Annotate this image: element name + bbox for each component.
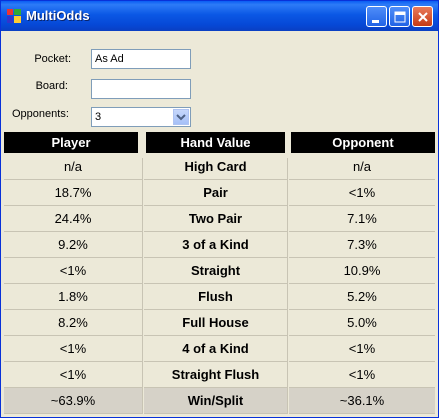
board-label: Board: <box>35 80 68 92</box>
total-row: ~63.9% Win/Split ~36.1% <box>4 388 435 414</box>
board-input[interactable] <box>91 79 191 99</box>
hand-value: Pair <box>144 180 287 206</box>
window-title: MultiOdds <box>26 8 90 23</box>
player-odds: 1.8% <box>4 284 142 310</box>
opponent-odds: <1% <box>289 180 435 206</box>
table-row: 1.8% Flush 5.2% <box>4 284 435 310</box>
player-odds: <1% <box>4 258 142 284</box>
player-odds: 8.2% <box>4 310 142 336</box>
hand-value: Two Pair <box>144 206 287 232</box>
hand-value: Full House <box>144 310 287 336</box>
table-row: 18.7% Pair <1% <box>4 180 435 206</box>
table-row: n/a High Card n/a <box>4 154 435 180</box>
opponent-odds: 7.1% <box>289 206 435 232</box>
hand-value: 3 of a Kind <box>144 232 287 258</box>
table-row: 24.4% Two Pair 7.1% <box>4 206 435 232</box>
opponent-odds: 5.2% <box>289 284 435 310</box>
hand-value: Straight Flush <box>144 362 287 388</box>
hand-value: 4 of a Kind <box>144 336 287 362</box>
dropdown-button[interactable] <box>173 109 189 125</box>
opponent-odds: 5.0% <box>289 310 435 336</box>
player-odds: <1% <box>4 362 142 388</box>
player-odds: 9.2% <box>4 232 142 258</box>
player-win-odds: ~63.9% <box>4 388 142 414</box>
pocket-input[interactable]: As Ad <box>91 49 191 69</box>
close-button[interactable] <box>412 6 433 27</box>
close-icon <box>418 12 428 22</box>
header-player: Player <box>4 132 138 153</box>
minimize-icon <box>372 20 379 23</box>
opponent-odds: n/a <box>289 154 435 180</box>
opponent-odds: 7.3% <box>289 232 435 258</box>
player-odds: <1% <box>4 336 142 362</box>
app-window: MultiOdds Pocket: As Ad Board: Opponents… <box>0 0 439 418</box>
pocket-label: Pocket: <box>34 53 71 65</box>
maximize-button[interactable] <box>389 6 410 27</box>
table-row: <1% Straight Flush <1% <box>4 362 435 388</box>
table-row: 9.2% 3 of a Kind 7.3% <box>4 232 435 258</box>
opponent-odds: 10.9% <box>289 258 435 284</box>
opponents-label: Opponents: <box>12 108 69 120</box>
app-icon[interactable] <box>7 9 21 23</box>
opponent-odds: <1% <box>289 362 435 388</box>
minimize-button[interactable] <box>366 6 387 27</box>
opponent-win-odds: ~36.1% <box>289 388 435 414</box>
opponents-select[interactable]: 3 <box>91 107 191 127</box>
header-opponent: Opponent <box>291 132 435 153</box>
hand-value: Straight <box>144 258 287 284</box>
hand-value: High Card <box>144 154 287 180</box>
opponents-value: 3 <box>95 111 102 123</box>
table-row: 8.2% Full House 5.0% <box>4 310 435 336</box>
player-odds: 18.7% <box>4 180 142 206</box>
player-odds: 24.4% <box>4 206 142 232</box>
client-area: Pocket: As Ad Board: Opponents: 3 Player… <box>4 31 435 414</box>
player-odds: n/a <box>4 154 142 180</box>
title-bar[interactable]: MultiOdds <box>1 1 438 31</box>
win-split-label: Win/Split <box>144 388 287 414</box>
hand-value: Flush <box>144 284 287 310</box>
table-row: <1% 4 of a Kind <1% <box>4 336 435 362</box>
maximize-icon <box>394 11 406 23</box>
table-row: <1% Straight 10.9% <box>4 258 435 284</box>
header-hand-value: Hand Value <box>146 132 285 153</box>
opponent-odds: <1% <box>289 336 435 362</box>
chevron-down-icon <box>176 114 186 121</box>
